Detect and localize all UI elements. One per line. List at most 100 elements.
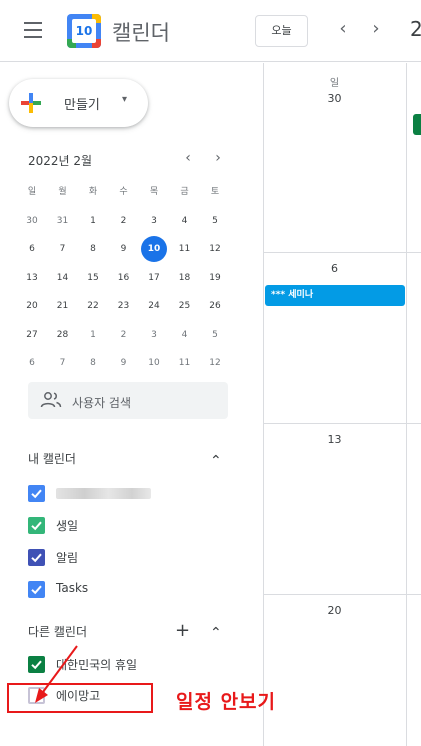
mini-day-cell[interactable]: 23 xyxy=(111,293,137,319)
people-icon xyxy=(40,392,62,408)
mini-day-cell[interactable]: 3 xyxy=(141,208,167,234)
event-chip[interactable]: *** 세미나 xyxy=(265,285,405,306)
mini-day-cell[interactable]: 21 xyxy=(50,293,76,319)
mini-day-cell[interactable]: 18 xyxy=(172,265,198,291)
mini-day-cell[interactable]: 5 xyxy=(202,322,228,348)
day-number[interactable]: 6 xyxy=(263,262,406,275)
checkbox[interactable] xyxy=(28,517,45,534)
mini-day-cell[interactable]: 11 xyxy=(172,350,198,376)
mini-day-cell[interactable]: 26 xyxy=(202,293,228,319)
chevron-right-icon[interactable]: › xyxy=(366,18,386,39)
mini-day-cell[interactable]: 1 xyxy=(80,208,106,234)
mini-day-cell[interactable]: 7 xyxy=(50,236,76,262)
mini-weekday-label: 목 xyxy=(149,187,159,197)
next-day-column[interactable] xyxy=(406,63,421,746)
checkbox[interactable] xyxy=(28,656,45,673)
mini-weekday-label: 금 xyxy=(180,187,189,197)
annotation-text: 일정 안보기 xyxy=(176,691,277,713)
people-search-input[interactable]: 사용자 검색 xyxy=(28,382,228,419)
mini-day-cell[interactable]: 20 xyxy=(19,293,45,319)
my-calendars-title[interactable]: 내 캘린더 xyxy=(28,450,76,467)
checkbox[interactable] xyxy=(28,581,45,598)
week-divider xyxy=(263,423,421,424)
mini-day-cell[interactable]: 27 xyxy=(19,322,45,348)
mini-day-cell[interactable]: 31 xyxy=(50,208,76,234)
mini-day-cell[interactable]: 12 xyxy=(202,350,228,376)
caret-down-icon: ▾ xyxy=(122,94,128,105)
mini-day-cell[interactable]: 10 xyxy=(141,236,167,262)
mini-day-cell[interactable]: 9 xyxy=(111,236,137,262)
calendar-logo-icon[interactable]: 10 xyxy=(67,14,101,48)
mini-day-cell[interactable]: 8 xyxy=(80,236,106,262)
today-button[interactable]: 오늘 xyxy=(255,15,308,47)
mini-day-cell[interactable]: 9 xyxy=(111,350,137,376)
mini-day-cell[interactable]: 4 xyxy=(172,208,198,234)
hamburger-menu-icon[interactable] xyxy=(24,22,44,38)
calendar-label: 대한민국의 휴일 xyxy=(56,658,138,672)
checkbox[interactable] xyxy=(28,549,45,566)
my-calendar-item[interactable]: Tasks xyxy=(28,578,248,602)
week-divider xyxy=(263,594,421,595)
mini-weekday-label: 일 xyxy=(27,187,37,197)
mini-day-cell[interactable]: 17 xyxy=(141,265,167,291)
mini-day-cell[interactable]: 2 xyxy=(111,208,137,234)
mini-day-cell[interactable]: 6 xyxy=(19,236,45,262)
mini-day-cell[interactable]: 4 xyxy=(172,322,198,348)
mini-day-cell[interactable]: 7 xyxy=(50,350,76,376)
mini-day-cell[interactable]: 11 xyxy=(172,236,198,262)
mini-day-cell[interactable]: 2 xyxy=(111,322,137,348)
mini-day-cell[interactable]: 12 xyxy=(202,236,228,262)
calendar-label: 알림 xyxy=(56,551,79,565)
collapse-my-calendars-icon[interactable]: ⌃ xyxy=(210,453,222,469)
mini-day-cell[interactable]: 3 xyxy=(141,322,167,348)
mini-day-cell[interactable]: 24 xyxy=(141,293,167,319)
other-calendar-item[interactable]: 대한민국의 휴일 xyxy=(28,653,248,677)
mini-day-cell[interactable]: 30 xyxy=(19,208,45,234)
mini-day-cell[interactable]: 6 xyxy=(19,350,45,376)
day-column[interactable] xyxy=(263,63,406,746)
mini-day-cell[interactable]: 16 xyxy=(111,265,137,291)
chevron-left-icon[interactable]: ‹ xyxy=(333,18,353,39)
mini-day-cell[interactable]: 10 xyxy=(141,350,167,376)
mini-day-cell[interactable]: 15 xyxy=(80,265,106,291)
annotation-highlight-box xyxy=(7,683,153,713)
my-calendar-item[interactable]: 알림 xyxy=(28,546,248,570)
my-calendar-item[interactable]: 생일 xyxy=(28,514,248,538)
mini-day-cell[interactable]: 22 xyxy=(80,293,106,319)
mini-day-cell[interactable]: 8 xyxy=(80,350,106,376)
my-calendar-item[interactable] xyxy=(28,482,248,506)
mini-calendar-title: 2022년 2월 xyxy=(28,154,93,168)
mini-day-cell[interactable]: 25 xyxy=(172,293,198,319)
event-chip-partial[interactable] xyxy=(413,114,421,135)
calendar-label: Tasks xyxy=(56,581,89,595)
calendar-label: 생일 xyxy=(56,519,79,533)
mini-day-cell[interactable]: 1 xyxy=(80,322,106,348)
mini-prev-month-icon[interactable]: ‹ xyxy=(181,150,195,166)
weekday-label: 일 xyxy=(329,78,340,89)
app-title[interactable]: 캘린더 xyxy=(112,17,170,47)
collapse-other-calendars-icon[interactable]: ⌃ xyxy=(210,625,222,641)
create-button-label: 만들기 xyxy=(64,98,100,113)
mini-weekday-label: 토 xyxy=(210,187,220,197)
mini-day-cell[interactable]: 19 xyxy=(202,265,228,291)
checkbox[interactable] xyxy=(28,485,45,502)
mini-weekday-label: 화 xyxy=(88,187,98,197)
mini-next-month-icon[interactable]: › xyxy=(211,150,225,166)
mini-weekday-label: 월 xyxy=(58,187,67,197)
day-number[interactable]: 20 xyxy=(263,604,406,617)
day-number[interactable]: 30 xyxy=(263,92,406,105)
sidebar: 만들기 ▾ 2022년 2월 ‹ › 일 월 화 수 목 금 토 30 31 1 2 3 4 5 6 7 8 9 1… xyxy=(0,63,262,746)
mini-day-cell[interactable]: 28 xyxy=(50,322,76,348)
week-divider xyxy=(263,252,421,253)
mini-day-cell[interactable]: 14 xyxy=(50,265,76,291)
mini-weekday-label: 수 xyxy=(119,187,128,197)
mini-day-cell[interactable]: 13 xyxy=(19,265,45,291)
mini-day-cell[interactable]: 5 xyxy=(202,208,228,234)
day-number[interactable]: 13 xyxy=(263,433,406,446)
create-button[interactable]: 만들기 ▾ xyxy=(9,79,148,127)
add-calendar-icon[interactable]: + xyxy=(175,620,190,641)
date-range-title: 2 xyxy=(410,17,421,41)
top-app-bar: 10 캘린더 오늘 ‹ › 2 xyxy=(0,0,421,62)
plus-icon xyxy=(21,93,41,113)
other-calendars-title[interactable]: 다른 캘린더 xyxy=(28,623,87,640)
